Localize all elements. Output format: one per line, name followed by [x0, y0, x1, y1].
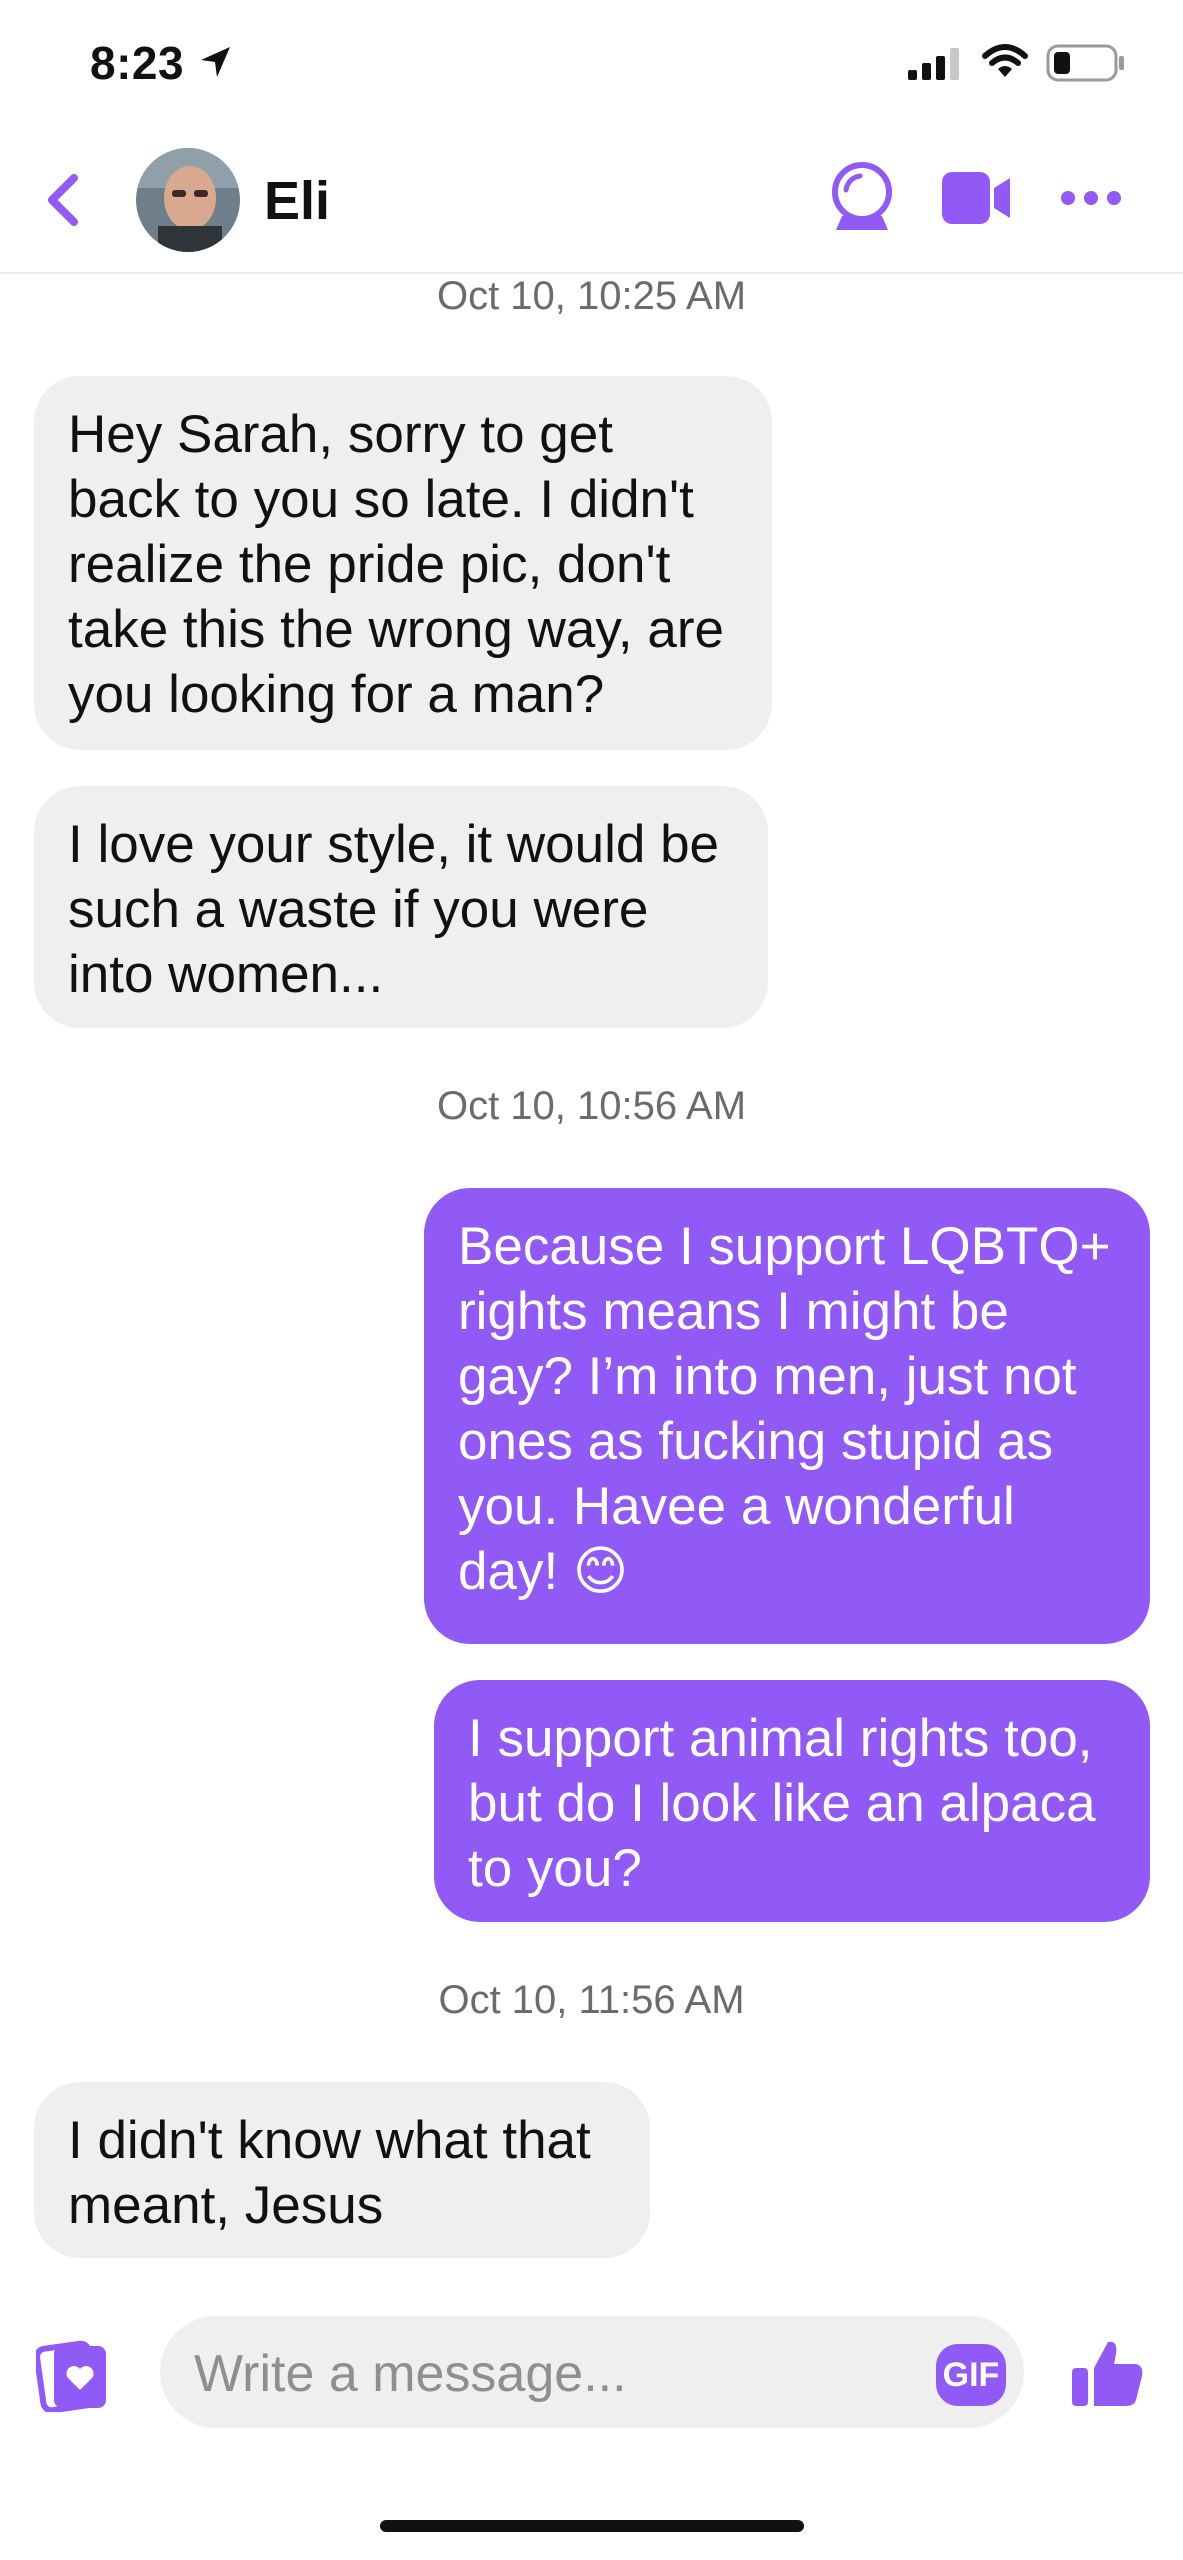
- message-line: rights means I might be: [458, 1282, 1009, 1341]
- message-line: day! 😊: [458, 1542, 629, 1601]
- outgoing-message[interactable]: Because I support LQBTQ+ rights means I …: [424, 1188, 1150, 1644]
- battery-icon: [1046, 44, 1126, 87]
- avatar[interactable]: [136, 148, 240, 252]
- message-line: take this the wrong way, are: [68, 600, 724, 659]
- message-line: I support animal rights too,: [468, 1709, 1093, 1768]
- message-line: to you?: [468, 1839, 642, 1898]
- home-indicator: [380, 2520, 804, 2532]
- timestamp: Oct 10, 10:25 AM: [436, 274, 747, 318]
- message-line: I didn't know what that: [68, 2111, 591, 2170]
- timestamp: Oct 10, 11:56 AM: [438, 1978, 745, 2022]
- message-line: back to you so late. I didn't: [68, 470, 694, 529]
- message-line: into women...: [68, 945, 384, 1004]
- message-line: I love your style, it would be: [68, 815, 720, 874]
- message-line: Because I support LQBTQ+: [458, 1217, 1111, 1276]
- contact-name[interactable]: Eli: [264, 170, 330, 232]
- message-line: meant, Jesus: [68, 2176, 384, 2235]
- gif-button[interactable]: GIF: [936, 2344, 1006, 2406]
- message-line: such a waste if you were: [68, 880, 649, 939]
- timestamp: Oct 10, 10:56 AM: [436, 1084, 747, 1128]
- message-line: realize the pride pic, don't: [68, 535, 671, 594]
- message-line: ones as fucking stupid as: [458, 1412, 1054, 1471]
- message-line: you. Havee a wonderful: [458, 1477, 1015, 1536]
- message-input-placeholder: Write a message...: [194, 2345, 627, 2403]
- more-icon[interactable]: [1060, 190, 1122, 211]
- wifi-icon: [982, 44, 1028, 85]
- incoming-message[interactable]: I love your style, it would be such a wa…: [34, 786, 768, 1028]
- ai-assistant-icon[interactable]: [824, 160, 900, 241]
- outgoing-message[interactable]: I support animal rights too, but do I lo…: [434, 1680, 1150, 1922]
- video-call-icon[interactable]: [940, 170, 1012, 231]
- signal-icon: [908, 48, 964, 85]
- back-button[interactable]: [44, 170, 84, 235]
- incoming-message[interactable]: I didn't know what that meant, Jesus: [34, 2082, 650, 2258]
- message-line: Hey Sarah, sorry to get: [68, 405, 613, 464]
- message-line: you looking for a man?: [68, 665, 605, 724]
- message-line: gay? I’m into men, just not: [458, 1347, 1077, 1406]
- thumbs-up-icon[interactable]: [1070, 2336, 1146, 2413]
- status-time: 8:23: [90, 37, 185, 89]
- incoming-message[interactable]: Hey Sarah, sorry to get back to you so l…: [34, 376, 772, 750]
- message-line: but do I look like an alpaca: [468, 1774, 1096, 1833]
- sticker-card-icon[interactable]: [33, 2340, 110, 2417]
- location-arrow-icon: [198, 44, 234, 85]
